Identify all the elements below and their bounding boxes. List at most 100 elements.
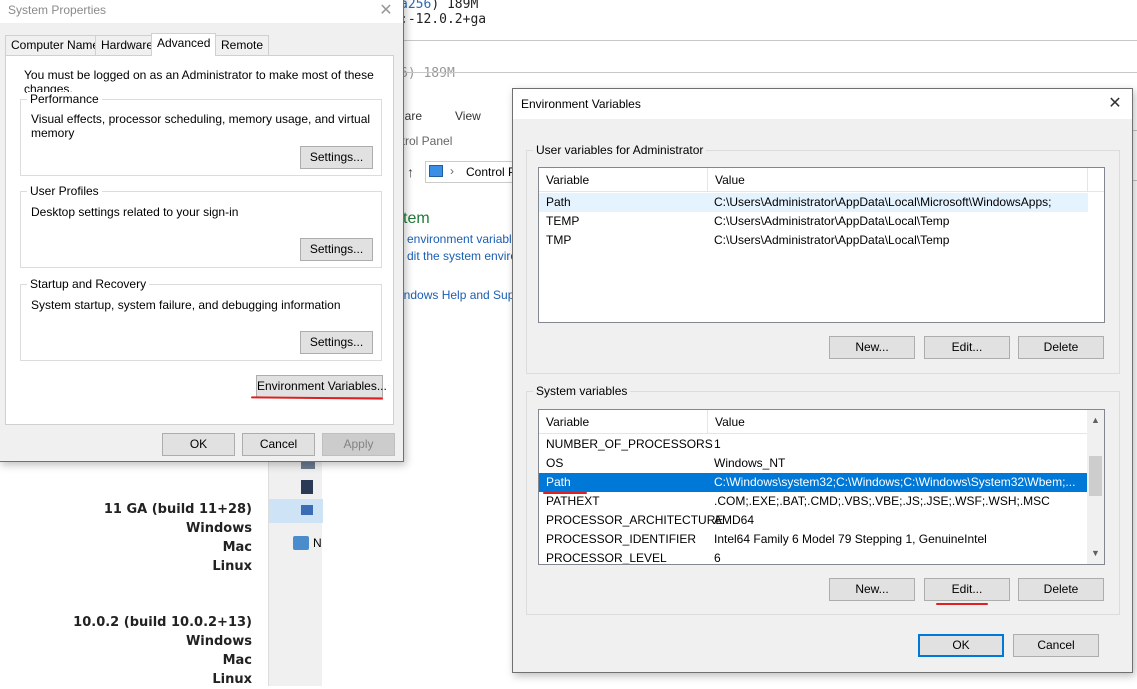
variable-name: TEMP [546, 214, 580, 228]
scrollbar-thumb[interactable] [1089, 456, 1102, 496]
release-link-mac[interactable]: Mac [60, 651, 252, 670]
startup-recovery-settings-button[interactable]: Settings... [300, 331, 373, 354]
variable-value: 1 [714, 437, 721, 451]
variable-name: Path [546, 195, 571, 209]
scroll-down-icon[interactable]: ▼ [1087, 545, 1104, 562]
user-new-button[interactable]: New... [829, 336, 915, 359]
system-new-button[interactable]: New... [829, 578, 915, 601]
close-icon[interactable]: ✕ [369, 0, 403, 26]
column-header-value[interactable]: Value [708, 168, 1088, 192]
network-icon[interactable] [293, 536, 309, 550]
variable-value: C:\Users\Administrator\AppData\Local\Tem… [714, 233, 950, 247]
system-delete-button[interactable]: Delete [1018, 578, 1104, 601]
release-list: 10.0.2 (build 10.0.2+13) Windows Mac Lin… [60, 613, 252, 689]
ribbon-tab-view[interactable]: View [455, 109, 481, 123]
advanced-tab-panel: You must be logged on as an Administrato… [5, 55, 394, 425]
performance-group: Performance Visual effects, processor sc… [20, 92, 382, 176]
control-panel-window: hare View ntrol Panel ↑ › Control P stem… [395, 95, 525, 315]
tab-hardware[interactable]: Hardware [95, 35, 160, 55]
tab-computer-name[interactable]: Computer Name [5, 35, 106, 55]
variable-name: PATHEXT [546, 494, 600, 508]
environment-variables-button[interactable]: Environment Variables... [256, 375, 387, 398]
release-link-windows[interactable]: Windows [60, 632, 252, 651]
list-item[interactable]: TMP C:\Users\Administrator\AppData\Local… [539, 231, 1088, 250]
cancel-button[interactable]: Cancel [1013, 634, 1099, 657]
system-variables-list[interactable]: Variable Value NUMBER_OF_PROCESSORS 1 OS… [538, 409, 1105, 565]
variable-value: 6 [714, 551, 721, 565]
group-label: User variables for Administrator [533, 143, 707, 157]
list-item[interactable]: Path C:\Users\Administrator\AppData\Loca… [539, 193, 1088, 212]
vertical-scrollbar[interactable]: ▲ ▼ [1087, 410, 1104, 564]
group-description: Visual effects, processor scheduling, me… [31, 112, 371, 140]
titlebar[interactable]: System Properties ✕ [0, 0, 403, 23]
variable-name: TMP [546, 233, 572, 247]
list-item-selected[interactable]: Path C:\Windows\system32;C:\Windows;C:\W… [539, 473, 1088, 492]
release-heading: 11 GA (build 11+28) [103, 502, 252, 517]
release-list: 11 GA (build 11+28) Windows Mac Linux [60, 500, 252, 576]
titlebar[interactable]: Environment Variables ✕ [513, 89, 1132, 119]
variable-value: .COM;.EXE;.BAT;.CMD;.VBS;.VBE;.JS;.JSE;.… [714, 494, 1050, 508]
performance-settings-button[interactable]: Settings... [300, 146, 373, 169]
environment-variables-dialog: Environment Variables ✕ User variables f… [512, 88, 1133, 673]
list-item[interactable]: PROCESSOR_IDENTIFIER Intel64 Family 6 Mo… [539, 530, 1088, 549]
server-icon[interactable] [269, 499, 323, 523]
list-item[interactable]: PROCESSOR_ARCHITECTURE AMD64 [539, 511, 1088, 530]
taskbar-side: N [268, 455, 323, 686]
column-header-variable[interactable]: Variable [539, 168, 708, 192]
bg-text-line-3: 6) 189M [400, 66, 455, 81]
column-header-variable[interactable]: Variable [539, 410, 708, 434]
cancel-button[interactable]: Cancel [242, 433, 315, 456]
bg-divider [395, 40, 1137, 41]
user-profiles-settings-button[interactable]: Settings... [300, 238, 373, 261]
user-variables-list[interactable]: Variable Value Path C:\Users\Administrat… [538, 167, 1105, 323]
variable-value: C:\Users\Administrator\AppData\Local\Mic… [714, 195, 1052, 209]
up-arrow-icon[interactable]: ↑ [407, 164, 414, 180]
group-description: System startup, system failure, and debu… [31, 298, 341, 312]
list-header: Variable Value [539, 410, 1104, 434]
variable-name: PROCESSOR_ARCHITECTURE [546, 513, 724, 527]
dialog-title: Environment Variables [521, 97, 641, 111]
list-item[interactable]: PATHEXT .COM;.EXE;.BAT;.CMD;.VBS;.VBE;.J… [539, 492, 1088, 511]
control-panel-icon [429, 165, 443, 177]
list-item[interactable]: PROCESSOR_LEVEL 6 [539, 549, 1088, 565]
variable-value: C:\Users\Administrator\AppData\Local\Tem… [714, 214, 950, 228]
release-link-windows[interactable]: Windows [60, 519, 252, 538]
close-icon[interactable]: ✕ [1098, 89, 1132, 119]
apply-button[interactable]: Apply [322, 433, 395, 456]
group-description: Desktop settings related to your sign-in [31, 205, 239, 219]
startup-recovery-group: Startup and Recovery System startup, sys… [20, 277, 382, 361]
link-environment-variables[interactable]: environment variabl [407, 232, 512, 246]
release-heading: 10.0.2 (build 10.0.2+13) [73, 615, 252, 630]
list-item[interactable]: OS Windows_NT [539, 454, 1088, 473]
breadcrumb-label: Control P [466, 165, 517, 179]
group-label: System variables [533, 384, 631, 398]
ok-button[interactable]: OK [918, 634, 1004, 657]
variable-name: OS [546, 456, 564, 470]
release-link-linux[interactable]: Linux [60, 557, 252, 576]
ok-button[interactable]: OK [162, 433, 235, 456]
variable-name: NUMBER_OF_PROCESSORS [546, 437, 713, 451]
link-windows-help[interactable]: indows Help and Sup [401, 288, 514, 302]
tab-remote[interactable]: Remote [215, 35, 270, 55]
bg-divider [395, 72, 1137, 73]
list-item[interactable]: NUMBER_OF_PROCESSORS 1 [539, 435, 1088, 454]
film-icon[interactable] [301, 480, 313, 494]
address-bar[interactable]: › Control P [425, 161, 525, 183]
system-properties-dialog: System Properties ✕ Computer Name Hardwa… [0, 0, 404, 462]
link-edit-system-env[interactable]: dit the system enviro [407, 249, 517, 263]
user-profiles-group: User Profiles Desktop settings related t… [20, 184, 382, 268]
user-delete-button[interactable]: Delete [1018, 336, 1104, 359]
annotation-underline [250, 396, 384, 400]
list-item[interactable]: TEMP C:\Users\Administrator\AppData\Loca… [539, 212, 1088, 231]
annotation-underline [936, 603, 988, 605]
server-glyph-icon [301, 505, 313, 515]
scroll-up-icon[interactable]: ▲ [1087, 412, 1104, 429]
list-header: Variable Value [539, 168, 1104, 192]
system-edit-button[interactable]: Edit... [924, 578, 1010, 601]
column-header-value[interactable]: Value [708, 410, 1088, 434]
side-item-label: N [313, 536, 322, 550]
tab-advanced[interactable]: Advanced [151, 33, 217, 56]
user-edit-button[interactable]: Edit... [924, 336, 1010, 359]
release-link-mac[interactable]: Mac [60, 538, 252, 557]
release-link-linux[interactable]: Linux [60, 670, 252, 689]
